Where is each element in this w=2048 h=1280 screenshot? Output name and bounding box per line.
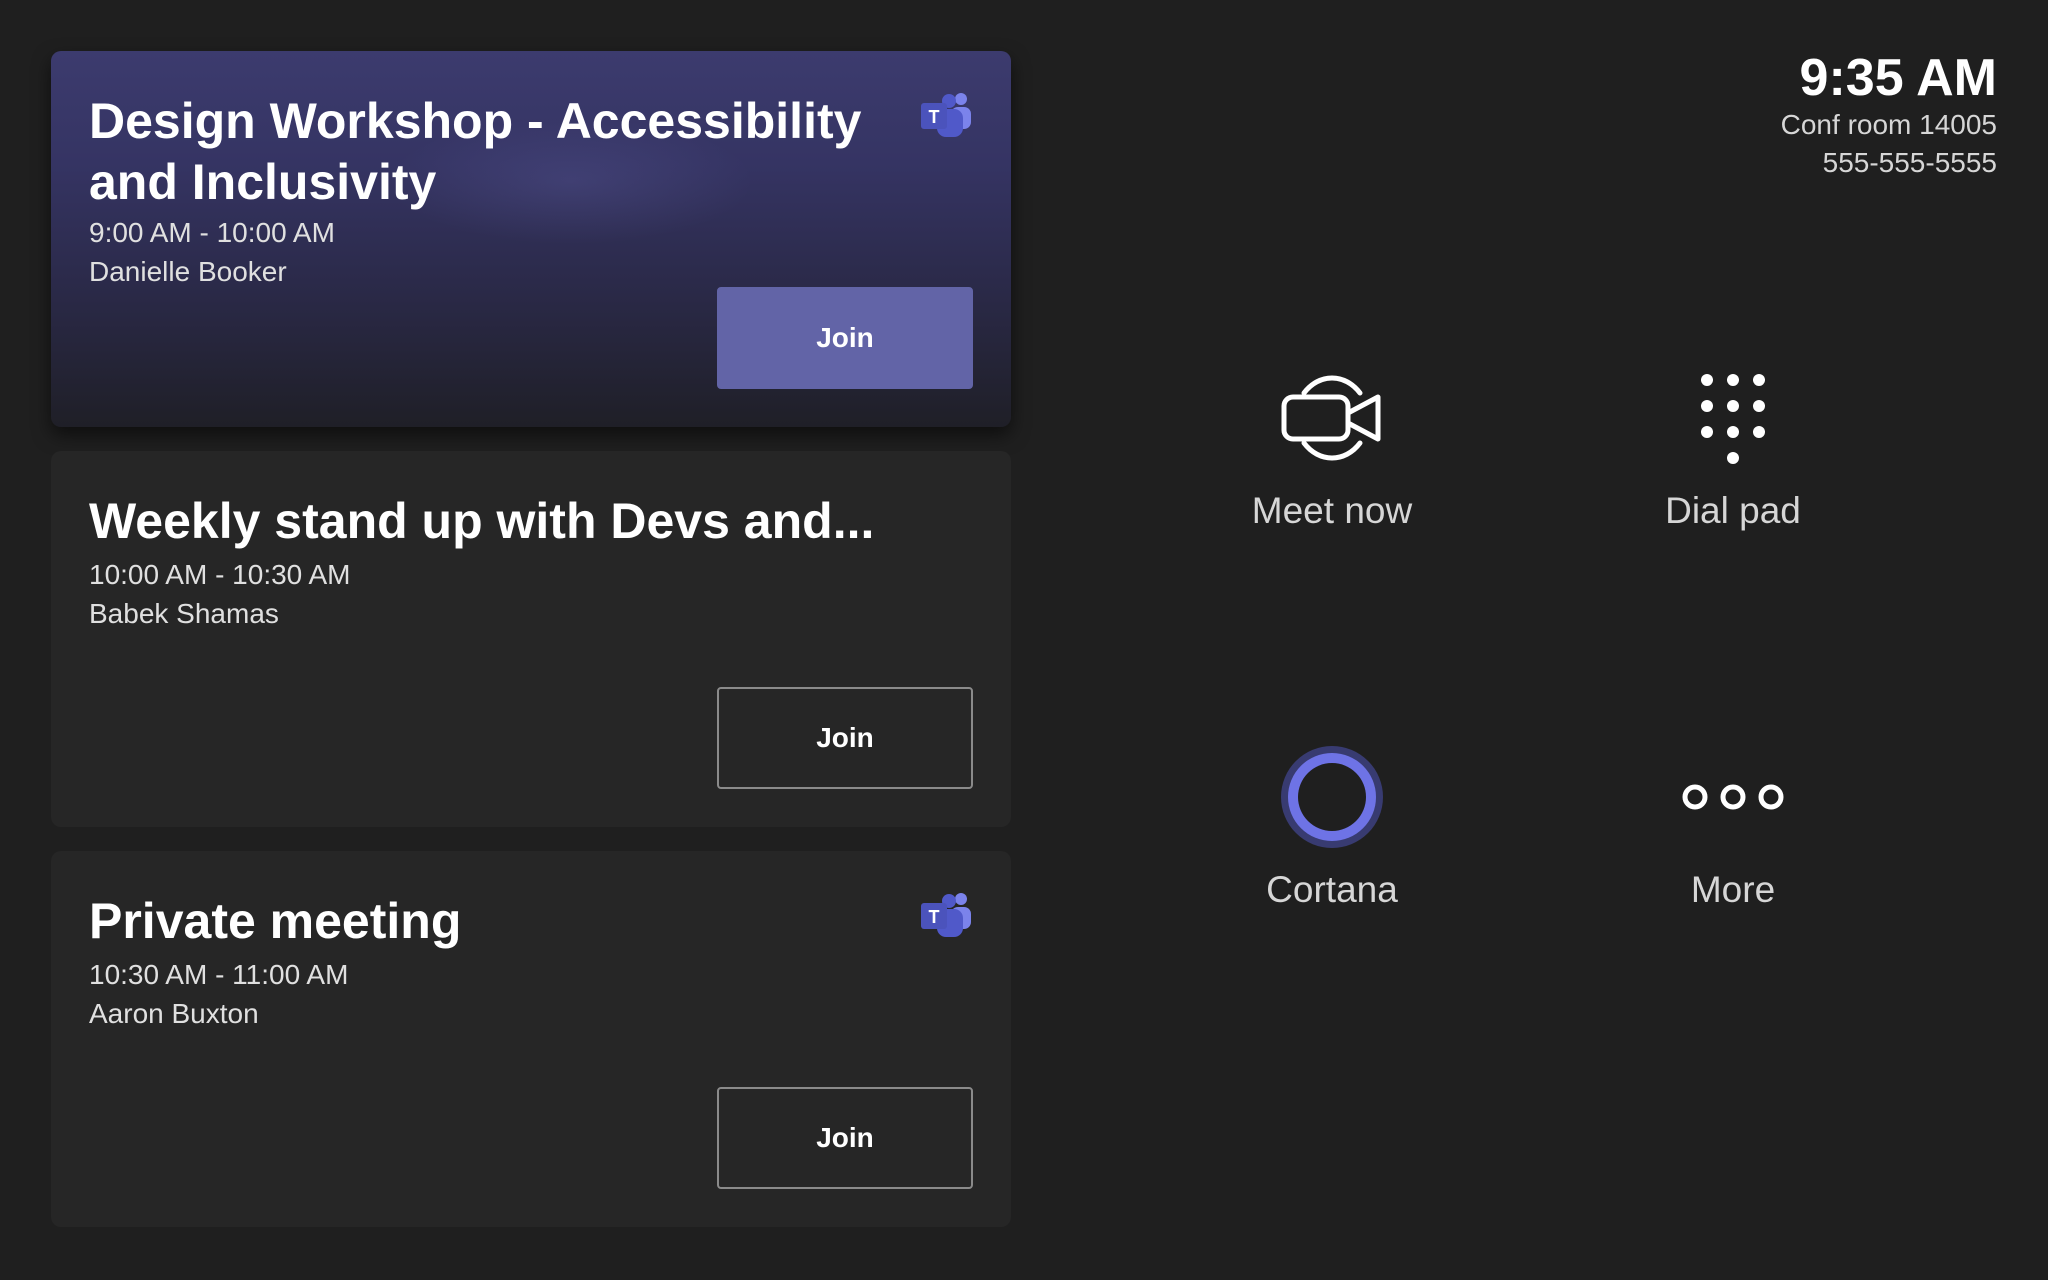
room-phone: 555-555-5555	[1822, 147, 1997, 178]
more-button[interactable]: More	[1583, 742, 1883, 912]
teams-icon: T	[921, 893, 971, 937]
meet-now-label: Meet now	[1251, 490, 1413, 531]
join-button[interactable]: Join	[717, 287, 973, 389]
cortana-icon	[1182, 742, 1482, 852]
join-button[interactable]: Join	[717, 1087, 973, 1189]
room-info: 9:35 AM Conf room 14005 555-555-5555	[1781, 50, 1997, 182]
teams-icon-letter: T	[929, 107, 940, 127]
teams-icon: T	[921, 93, 971, 137]
cortana-label: Cortana	[1266, 869, 1398, 910]
meeting-time: 9:00 AM - 10:00 AM	[89, 217, 335, 248]
meeting-time: 10:30 AM - 11:00 AM	[89, 959, 349, 990]
meeting-list: Design Workshop - Accessibility and Incl…	[51, 51, 1011, 1251]
meeting-card[interactable]: Weekly stand up with Devs and... 10:00 A…	[51, 451, 1011, 827]
dial-pad-icon	[1583, 363, 1883, 473]
teams-icon-letter: T	[929, 907, 940, 927]
room-name: Conf room 14005	[1780, 109, 1997, 140]
video-camera-icon	[1182, 363, 1482, 473]
meeting-time: 10:00 AM - 10:30 AM	[89, 559, 351, 590]
meeting-organizer: Aaron Buxton	[89, 998, 259, 1029]
more-icon	[1583, 742, 1883, 852]
meeting-card[interactable]: Private meeting 10:30 AM - 11:00 AM Aaro…	[51, 851, 1011, 1227]
meeting-title: Private meeting	[89, 893, 462, 949]
dial-pad-button[interactable]: Dial pad	[1583, 363, 1883, 533]
meeting-title: Weekly stand up with Devs and...	[89, 493, 875, 549]
join-button[interactable]: Join	[717, 687, 973, 789]
clock: 9:35 AM	[1799, 49, 1997, 107]
cortana-button[interactable]: Cortana	[1182, 742, 1482, 912]
meeting-organizer: Danielle Booker	[89, 256, 287, 287]
meeting-card[interactable]: Design Workshop - Accessibility and Incl…	[51, 51, 1011, 427]
meeting-organizer: Babek Shamas	[89, 598, 279, 629]
dial-pad-label: Dial pad	[1665, 490, 1801, 531]
meeting-title: Design Workshop - Accessibility and Incl…	[89, 93, 862, 210]
meet-now-button[interactable]: Meet now	[1182, 363, 1482, 533]
more-label: More	[1690, 869, 1776, 910]
